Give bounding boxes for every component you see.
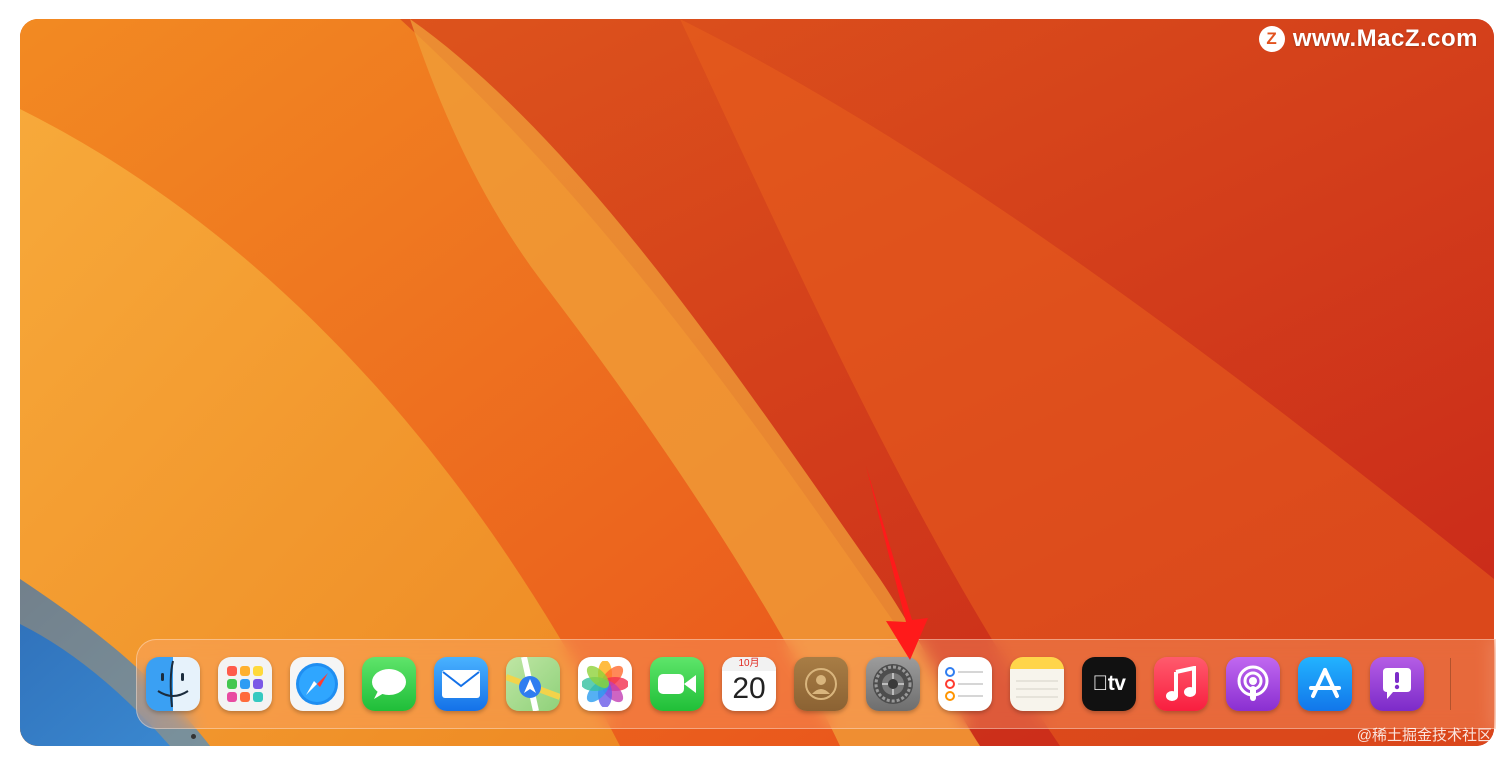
calendar-icon[interactable]: 10月 20 (722, 657, 776, 711)
calendar-month: 10月 (722, 657, 776, 671)
calendar-day: 20 (732, 672, 766, 705)
tv-label: tv (1093, 672, 1126, 695)
dock-divider (1450, 658, 1451, 710)
finder-icon[interactable] (146, 657, 200, 711)
feedback-icon[interactable] (1370, 657, 1424, 711)
messages-icon[interactable] (362, 657, 416, 711)
dock: 10月 20 tv (136, 639, 1496, 729)
app-store-icon[interactable] (1298, 657, 1352, 711)
tv-icon[interactable]: tv (1082, 657, 1136, 711)
finder-running-indicator (191, 734, 196, 739)
contacts-icon[interactable] (794, 657, 848, 711)
safari-icon[interactable] (290, 657, 344, 711)
reminders-icon[interactable] (938, 657, 992, 711)
watermark-badge: Z (1258, 26, 1285, 52)
watermark-text: www.MacZ.com (1292, 25, 1478, 52)
mail-icon[interactable] (434, 657, 488, 711)
notes-icon[interactable] (1010, 657, 1064, 711)
wallpaper-waves (20, 19, 1494, 746)
maps-icon[interactable] (506, 657, 560, 711)
screenshot-page: Z www.MacZ.com 10月 20 tv @稀土掘金技术社区 (0, 0, 1512, 765)
desktop-wallpaper: Z www.MacZ.com (20, 19, 1494, 746)
facetime-icon[interactable] (650, 657, 704, 711)
launchpad-icon[interactable] (218, 657, 272, 711)
gear-icon[interactable] (866, 657, 920, 711)
watermark: Z www.MacZ.com (1258, 25, 1478, 53)
photos-icon[interactable] (578, 657, 632, 711)
credit-watermark: @稀土掘金技术社区 (1356, 727, 1492, 744)
podcasts-icon[interactable] (1226, 657, 1280, 711)
music-icon[interactable] (1154, 657, 1208, 711)
